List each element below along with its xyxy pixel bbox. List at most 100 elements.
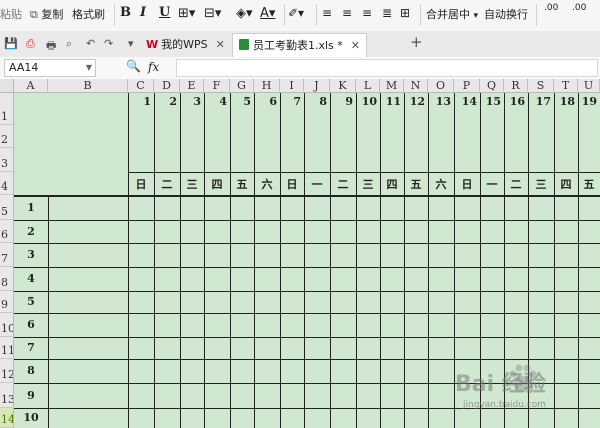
column-header-H[interactable]: H <box>254 79 280 93</box>
bold-button[interactable]: B <box>120 5 131 20</box>
weekday-label[interactable]: 三 <box>528 176 554 192</box>
day-number[interactable]: 17 <box>528 95 554 108</box>
employee-number-cell[interactable]: 1 <box>14 201 48 214</box>
row-header-6[interactable]: 6 <box>0 220 14 243</box>
formula-input[interactable] <box>176 59 598 77</box>
weekday-label[interactable]: 四 <box>204 176 230 192</box>
employee-number-cell[interactable]: 7 <box>14 341 48 354</box>
row-header-2[interactable]: 2 <box>0 125 14 148</box>
column-header-O[interactable]: O <box>428 79 454 93</box>
align-left-icon[interactable]: ≡ <box>322 6 332 20</box>
column-header-D[interactable]: D <box>154 79 180 93</box>
print-preview-icon[interactable]: ⌕ <box>66 37 72 51</box>
align-center-icon[interactable]: ≡ <box>342 6 352 20</box>
redo-icon[interactable]: ↷ <box>104 37 113 50</box>
save-icon[interactable]: 💾 <box>4 37 18 50</box>
column-header-K[interactable]: K <box>330 79 356 93</box>
employee-number-cell[interactable]: 9 <box>14 389 48 402</box>
align-right-icon[interactable]: ≡ <box>362 6 372 20</box>
day-number[interactable]: 16 <box>504 95 528 108</box>
weekday-label[interactable]: 三 <box>180 176 204 192</box>
day-number[interactable]: 8 <box>304 95 330 108</box>
copy-button[interactable]: ⧉ 复制 <box>30 6 63 22</box>
magnifier-icon[interactable]: 🔍 <box>126 59 141 73</box>
weekday-label[interactable]: 一 <box>304 176 330 192</box>
column-header-C[interactable]: C <box>128 79 154 93</box>
row-header-13[interactable]: 13 <box>0 383 14 408</box>
column-header-R[interactable]: R <box>504 79 528 93</box>
day-number[interactable]: 7 <box>280 95 304 108</box>
weekday-label[interactable]: 四 <box>380 176 404 192</box>
row-header-14[interactable]: 14 <box>0 408 14 428</box>
weekday-label[interactable]: 二 <box>154 176 180 192</box>
weekday-label[interactable]: 二 <box>504 176 528 192</box>
employee-number-cell[interactable]: 3 <box>14 248 48 261</box>
weekday-label[interactable]: 五 <box>404 176 428 192</box>
employee-number-cell[interactable]: 6 <box>14 318 48 331</box>
day-number[interactable]: 9 <box>330 95 356 108</box>
distributed-icon[interactable]: ⊞ <box>400 6 410 20</box>
employee-number-cell[interactable]: 10 <box>14 411 48 424</box>
day-number[interactable]: 1 <box>128 95 154 108</box>
day-number[interactable]: 14 <box>454 95 480 108</box>
merge-center-button[interactable]: 合并居中 ▾ <box>426 6 478 22</box>
weekday-label[interactable]: 一 <box>480 176 504 192</box>
day-number[interactable]: 13 <box>428 95 454 108</box>
select-all-corner[interactable] <box>0 79 14 93</box>
italic-button[interactable]: I <box>140 5 146 20</box>
column-header-J[interactable]: J <box>304 79 330 93</box>
weekday-label[interactable]: 日 <box>280 176 304 192</box>
row-header-11[interactable]: 11 <box>0 337 14 359</box>
day-number[interactable]: 3 <box>180 95 204 108</box>
column-header-B[interactable]: B <box>48 79 128 93</box>
paste-button[interactable]: 粘贴 <box>0 6 22 22</box>
clear-format-icon[interactable]: ✐▾ <box>288 6 304 20</box>
weekday-label[interactable]: 五 <box>230 176 254 192</box>
decrease-decimal-button[interactable]: .00 <box>572 3 586 13</box>
export-pdf-icon[interactable]: ⎙ <box>26 37 35 51</box>
quick-access-menu-icon[interactable]: ▾ <box>128 37 134 50</box>
row-header-8[interactable]: 8 <box>0 267 14 291</box>
undo-icon[interactable]: ↶ <box>86 37 95 50</box>
day-number[interactable]: 10 <box>356 95 380 108</box>
day-number[interactable]: 12 <box>404 95 428 108</box>
weekday-label[interactable]: 五 <box>578 176 600 192</box>
weekday-label[interactable]: 六 <box>254 176 280 192</box>
print-icon[interactable]: 🖶 <box>46 37 56 56</box>
wrap-text-button[interactable]: 自动换行 <box>484 6 528 22</box>
column-header-Q[interactable]: Q <box>480 79 504 93</box>
employee-number-cell[interactable]: 5 <box>14 295 48 308</box>
justify-icon[interactable]: ≣ <box>382 6 392 20</box>
row-header-7[interactable]: 7 <box>0 243 14 267</box>
fx-icon[interactable]: fx <box>148 60 159 74</box>
tab-attendance-sheet[interactable]: 员工考勤表1.xls * ✕ <box>232 33 368 57</box>
format-painter-button[interactable]: 格式刷 <box>72 6 105 22</box>
font-color-icon[interactable]: A▾ <box>260 6 275 21</box>
row-header-4[interactable]: 4 <box>0 172 14 195</box>
column-header-A[interactable]: A <box>14 79 48 93</box>
weekday-label[interactable]: 日 <box>454 176 480 192</box>
day-number[interactable]: 6 <box>254 95 280 108</box>
weekday-label[interactable]: 日 <box>128 176 154 192</box>
column-header-L[interactable]: L <box>356 79 380 93</box>
day-number[interactable]: 4 <box>204 95 230 108</box>
new-tab-button[interactable]: + <box>410 33 423 51</box>
column-header-N[interactable]: N <box>404 79 428 93</box>
day-number[interactable]: 11 <box>380 95 404 108</box>
column-header-P[interactable]: P <box>454 79 480 93</box>
day-number[interactable]: 5 <box>230 95 254 108</box>
name-box[interactable]: AA14 ▼ <box>4 59 96 77</box>
column-header-M[interactable]: M <box>380 79 404 93</box>
employee-number-cell[interactable]: 2 <box>14 225 48 238</box>
row-header-9[interactable]: 9 <box>0 291 14 313</box>
row-header-5[interactable]: 5 <box>0 195 14 220</box>
day-number[interactable]: 2 <box>154 95 180 108</box>
fill-color-icon[interactable]: ◈▾ <box>236 6 253 21</box>
close-icon[interactable]: ✕ <box>351 39 360 52</box>
close-icon[interactable]: ✕ <box>216 38 225 51</box>
row-header-12[interactable]: 12 <box>0 359 14 383</box>
column-header-F[interactable]: F <box>204 79 230 93</box>
column-header-E[interactable]: E <box>180 79 204 93</box>
row-header-3[interactable]: 3 <box>0 148 14 172</box>
column-header-U[interactable]: U <box>578 79 600 93</box>
